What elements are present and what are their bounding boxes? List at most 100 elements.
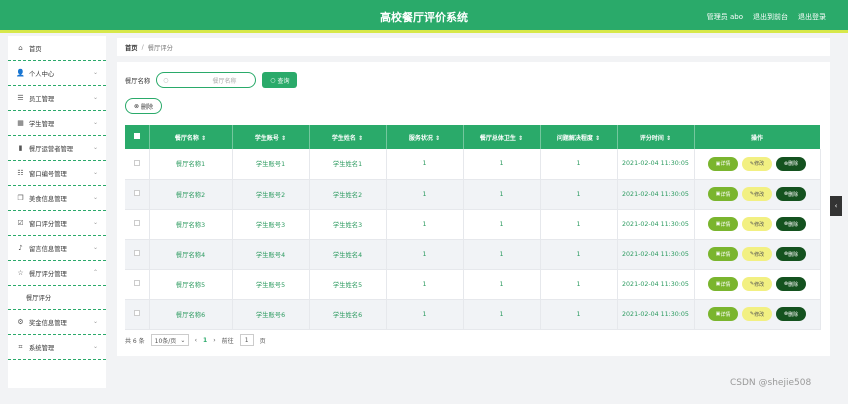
view-button[interactable]: ▣ 详情 xyxy=(708,217,738,231)
edit-box-icon: ☑ xyxy=(17,219,24,227)
row-actions: ▣ 详情 ✎ 修改 ⊗ 删除 xyxy=(695,217,820,231)
column-header[interactable]: 学生账号 ⇕ xyxy=(232,125,310,149)
sidebar-item-3[interactable]: ▦ 学生管理 ⌄ xyxy=(8,111,106,136)
sidebar-item-9[interactable]: ☆ 餐厅评分管理 ⌃ xyxy=(8,261,106,286)
column-header[interactable]: 服务状况 ⇕ xyxy=(386,125,464,149)
logout-link[interactable]: 退出登录 xyxy=(798,12,826,22)
delete-button[interactable]: ⊗ 删除 xyxy=(776,187,806,201)
batch-delete-button[interactable]: ⊗ 删除 xyxy=(125,98,163,114)
sidebar-item-6[interactable]: ❐ 美食信息管理 ⌄ xyxy=(8,186,106,211)
page-size-select[interactable]: 10条/页 ⌄ xyxy=(150,334,189,346)
cell-account: 学生账号1 xyxy=(232,149,310,180)
crop-icon: ⌗ xyxy=(18,342,23,351)
home-icon: ⌂ xyxy=(18,44,23,52)
breadcrumb-home[interactable]: 首页 xyxy=(125,43,138,52)
back-to-frontend-link[interactable]: 退出到前台 xyxy=(753,12,788,22)
edit-button[interactable]: ✎ 修改 xyxy=(742,247,772,261)
cell-name: 餐厅名称5 xyxy=(149,269,233,300)
cell-service: 1 xyxy=(386,269,464,300)
star-icon: ☆ xyxy=(17,269,24,277)
sidebar-item-2[interactable]: ☰ 员工管理 ⌄ xyxy=(8,86,106,111)
row-actions: ▣ 详情 ✎ 修改 ⊗ 删除 xyxy=(695,247,820,261)
edit-button-label: 修改 xyxy=(754,311,765,318)
total-count: 共 6 条 xyxy=(125,337,145,345)
select-all-checkbox[interactable] xyxy=(133,133,140,139)
sidebar: ⌂ 首页 👤 个人中心 ⌄ ☰ 员工管理 ⌄ ▦ 学生管理 ⌄ ▮ 餐厅运营者管理 ⌄ ☷ 窗口编号管理 ⌄ ❐ 美… xyxy=(8,36,106,388)
data-table: 餐厅名称 ⇕ 学生账号 ⇕ 学生姓名 ⇕ 服务状况 ⇕ 餐厅总体卫生 ⇕ 问题解决程度 ⇕… xyxy=(125,125,821,330)
breadcrumb-current: 餐厅评分 xyxy=(147,44,173,52)
delete-button[interactable]: ⊗ 删除 xyxy=(776,307,806,321)
sidebar-item-8[interactable]: ♪ 留言信息管理 ⌄ xyxy=(8,236,106,261)
search-input[interactable]: ○ 餐厅名称 xyxy=(156,72,257,88)
cell-name: 餐厅名称6 xyxy=(149,299,233,330)
column-header[interactable]: 餐厅总体卫生 ⇕ xyxy=(463,125,541,149)
column-header[interactable]: 评分时间 ⇕ xyxy=(617,125,695,149)
current-page[interactable]: 1 xyxy=(203,337,207,344)
sort-icon: ⇕ xyxy=(432,134,441,142)
prev-page-button[interactable]: ‹ xyxy=(195,337,197,344)
sliders-icon: ☷ xyxy=(17,169,24,177)
column-header[interactable]: 问题解决程度 ⇕ xyxy=(540,125,618,149)
goto-label: 前往 xyxy=(221,337,234,345)
header-links: 管理员 abo 退出到前台 退出登录 xyxy=(707,12,826,22)
sidebar-item-a1[interactable]: ⌗ 系统管理 ⌄ xyxy=(8,335,106,360)
cell-student: 学生姓名6 xyxy=(309,299,387,330)
sidebar-item-4[interactable]: ▮ 餐厅运营者管理 ⌄ xyxy=(8,136,106,161)
view-button[interactable]: ▣ 详情 xyxy=(708,156,738,171)
edit-button-label: 修改 xyxy=(754,221,765,228)
chevron-down-icon: ⌄ xyxy=(92,119,98,126)
row-select-cell xyxy=(125,269,150,300)
edit-button[interactable]: ✎ 修改 xyxy=(742,217,772,231)
cell-service: 1 xyxy=(386,299,464,330)
view-button[interactable]: ▣ 详情 xyxy=(708,307,738,321)
chevron-down-icon: ⌄ xyxy=(92,318,98,325)
mic-icon: ♪ xyxy=(18,244,23,252)
sidebar-item-5[interactable]: ☷ 窗口编号管理 ⌄ xyxy=(8,161,106,186)
view-button[interactable]: ▣ 详情 xyxy=(708,247,738,261)
edit-button[interactable]: ✎ 修改 xyxy=(742,307,772,321)
delete-button[interactable]: ⊗ 删除 xyxy=(776,217,806,231)
sidebar-item-label: 窗口评分管理 xyxy=(29,220,67,228)
row-checkbox[interactable] xyxy=(133,220,140,226)
row-checkbox[interactable] xyxy=(133,280,140,286)
sidebar-item-0[interactable]: ⌂ 首页 xyxy=(8,36,106,61)
sidebar-item-label: 个人中心 xyxy=(29,70,55,78)
delete-button[interactable]: ⊗ 删除 xyxy=(776,156,806,171)
row-checkbox[interactable] xyxy=(133,159,140,166)
delete-button[interactable]: ⊗ 删除 xyxy=(776,247,806,261)
edit-button[interactable]: ✎ 修改 xyxy=(742,156,772,171)
edit-button[interactable]: ✎ 修改 xyxy=(742,187,772,201)
column-header[interactable]: 学生姓名 ⇕ xyxy=(309,125,387,149)
cell-actions: ▣ 详情 ✎ 修改 ⊗ 删除 xyxy=(694,209,821,240)
view-button[interactable]: ▣ 详情 xyxy=(708,277,738,291)
edit-button[interactable]: ✎ 修改 xyxy=(742,277,772,291)
row-actions: ▣ 详情 ✎ 修改 ⊗ 删除 xyxy=(695,156,820,171)
sidebar-item-7[interactable]: ☑ 窗口评分管理 ⌄ xyxy=(8,211,106,236)
sidebar-item-a0[interactable]: ⚙ 奖金信息管理 ⌄ xyxy=(8,310,106,335)
row-select-cell xyxy=(125,149,150,180)
next-page-button[interactable]: › xyxy=(213,337,215,344)
row-checkbox[interactable] xyxy=(133,310,140,316)
goto-page-input[interactable]: 1 xyxy=(239,334,254,346)
collapse-handle[interactable]: ‹ xyxy=(830,196,842,216)
magnifier-icon: ○ xyxy=(270,76,276,84)
search-button-label: 查询 xyxy=(277,77,290,85)
chevron-down-icon: ⌄ xyxy=(92,194,98,201)
sidebar-item-label: 美食信息管理 xyxy=(29,195,67,203)
sidebar-subitem-restaurant-rating[interactable]: 餐厅评分 xyxy=(8,286,106,310)
top-header: 高校餐厅评价系统 管理员 abo 退出到前台 退出登录 xyxy=(0,0,848,33)
column-header[interactable]: 餐厅名称 ⇕ xyxy=(149,125,233,149)
delete-button[interactable]: ⊗ 删除 xyxy=(776,277,806,291)
search-placeholder: 餐厅名称 xyxy=(212,77,237,85)
search-button[interactable]: ○ 查询 xyxy=(262,72,298,88)
cell-student: 学生姓名3 xyxy=(309,209,387,240)
cell-account: 学生账号5 xyxy=(232,269,310,300)
edit-button-label: 修改 xyxy=(754,161,765,168)
cell-account: 学生账号2 xyxy=(232,179,310,210)
cell-actions: ▣ 详情 ✎ 修改 ⊗ 删除 xyxy=(694,299,821,330)
view-button[interactable]: ▣ 详情 xyxy=(708,187,738,201)
row-checkbox[interactable] xyxy=(133,250,140,256)
sidebar-item-1[interactable]: 👤 个人中心 ⌄ xyxy=(8,61,106,86)
row-select-cell xyxy=(125,179,150,210)
row-checkbox[interactable] xyxy=(133,190,140,196)
